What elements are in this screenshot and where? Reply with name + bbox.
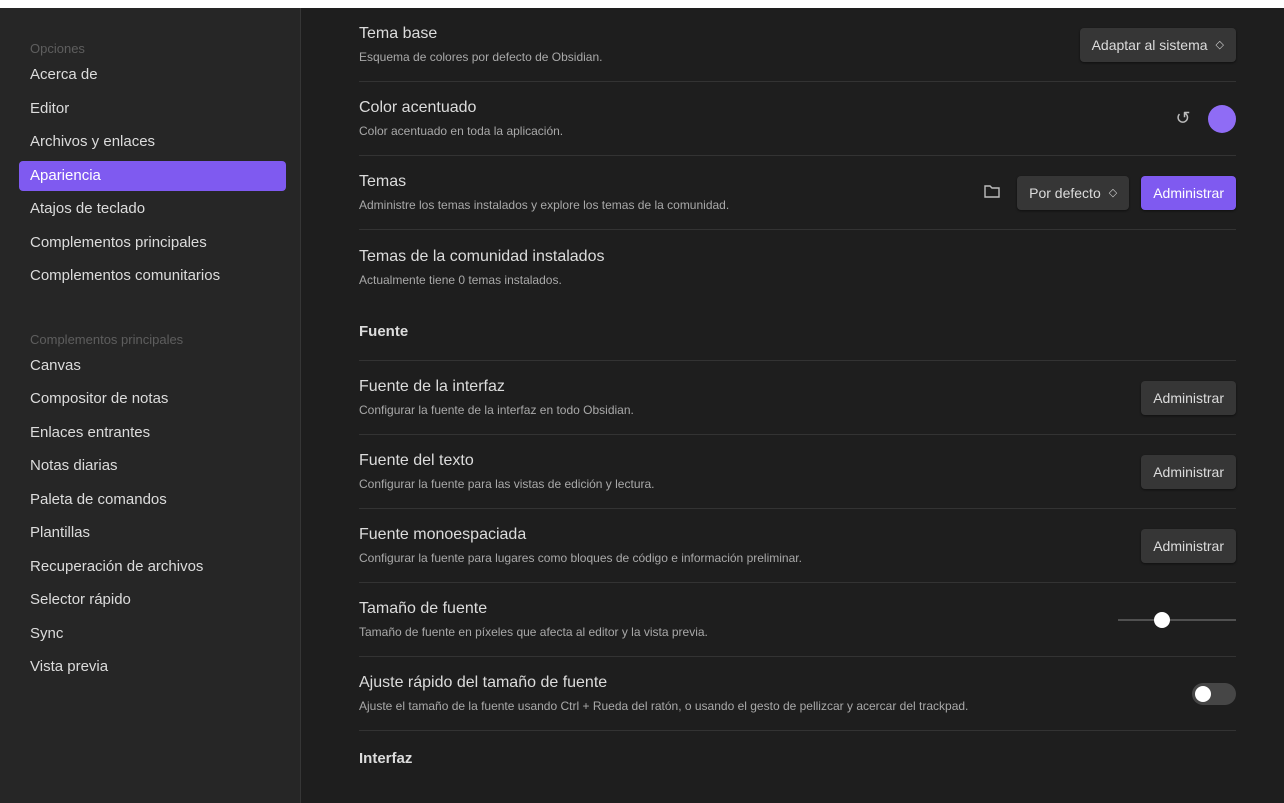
setting-title: Temas (359, 173, 407, 190)
sidebar-item-community-plugins[interactable]: Complementos comunitarios (19, 261, 286, 291)
setting-text-font: Fuente del texto Configurar la fuente pa… (359, 435, 1236, 509)
themes-select[interactable]: Por defecto ◇ (1017, 175, 1130, 210)
sidebar-item-page-preview[interactable]: Vista previa (19, 652, 286, 682)
manage-ui-font-button[interactable]: Administrar (1141, 380, 1236, 415)
chevron-updown-icon: ◇ (1108, 187, 1118, 199)
chevron-updown-icon: ◇ (1215, 39, 1224, 51)
select-value: Adaptar al sistema (1091, 36, 1208, 53)
setting-accent-color: Color acentuado Color acentuado en toda … (359, 82, 1236, 156)
setting-base-theme: Tema base Esquema de colores por defecto… (359, 8, 1236, 82)
settings-content: Tema base Esquema de colores por defecto… (301, 8, 1284, 803)
reset-icon[interactable]: ↺ (1170, 108, 1196, 129)
sidebar-item-quick-switcher[interactable]: Selector rápido (19, 585, 286, 615)
setting-title: Ajuste rápido del tamaño de fuente (359, 674, 608, 691)
setting-description: Actualmente tiene 0 temas instalados. (359, 272, 562, 287)
setting-title: Fuente de la interfaz (359, 378, 505, 395)
section-heading-font: Fuente (359, 304, 1236, 361)
sidebar-item-core-plugins[interactable]: Complementos principales (19, 228, 286, 258)
sidebar-item-note-composer[interactable]: Compositor de notas (19, 384, 286, 414)
sidebar-header-options: Opciones (30, 41, 85, 56)
sidebar-item-file-recovery[interactable]: Recuperación de archivos (19, 552, 286, 582)
sidebar-plugins-list: Canvas Compositor de notas Enlaces entra… (0, 351, 300, 683)
manage-mono-font-button[interactable]: Administrar (1141, 528, 1236, 563)
manage-text-font-button[interactable]: Administrar (1141, 454, 1236, 489)
sidebar-options-list: Acerca de Editor Archivos y enlaces Apar… (0, 60, 300, 291)
setting-description: Administre los temas instalados y explor… (359, 198, 730, 212)
sidebar-item-editor[interactable]: Editor (19, 94, 286, 124)
setting-title: Color acentuado (359, 99, 477, 116)
setting-themes: Temas Administre los temas instalados y … (359, 156, 1236, 230)
sidebar-header-plugins: Complementos principales (30, 331, 184, 347)
section-heading-interface: Interfaz (359, 750, 413, 767)
slider-handle[interactable] (1153, 611, 1170, 628)
setting-description: Configurar la fuente para lugares como b… (359, 551, 802, 565)
toggle-knob (1195, 685, 1211, 702)
quick-font-size-toggle[interactable] (1192, 682, 1236, 705)
accent-color-swatch[interactable] (1208, 104, 1236, 133)
setting-ui-font: Fuente de la interfaz Configurar la fuen… (359, 361, 1236, 435)
setting-title: Temas de la comunidad instalados (359, 247, 605, 265)
setting-title: Tamaño de fuente (359, 600, 488, 617)
sidebar-item-sync[interactable]: Sync (19, 619, 286, 649)
slider-track (1118, 618, 1236, 621)
sidebar-item-command-palette[interactable]: Paleta de comandos (19, 485, 286, 515)
setting-title: Fuente monoespaciada (359, 526, 527, 543)
font-size-slider[interactable] (1118, 611, 1236, 628)
sidebar-item-daily-notes[interactable]: Notas diarias (19, 451, 286, 481)
setting-description: Configurar la fuente de la interfaz en t… (359, 403, 634, 417)
manage-themes-button[interactable]: Administrar (1141, 175, 1236, 210)
folder-icon[interactable] (979, 182, 1005, 203)
sidebar-item-templates[interactable]: Plantillas (19, 518, 286, 548)
setting-quick-font-size: Ajuste rápido del tamaño de fuente Ajust… (359, 657, 1236, 731)
settings-sidebar: Opciones Acerca de Editor Archivos y enl… (0, 8, 301, 803)
setting-description: Ajuste el tamaño de la fuente usando Ctr… (359, 699, 969, 713)
setting-description: Color acentuado en toda la aplicación. (359, 124, 564, 138)
settings-window: Opciones Acerca de Editor Archivos y enl… (0, 8, 1284, 803)
base-theme-select[interactable]: Adaptar al sistema ◇ (1079, 27, 1236, 62)
select-value: Por defecto (1029, 184, 1101, 201)
setting-mono-font: Fuente monoespaciada Configurar la fuent… (359, 509, 1236, 583)
setting-description: Esquema de colores por defecto de Obsidi… (359, 50, 603, 64)
setting-title: Fuente del texto (359, 452, 474, 469)
setting-font-size: Tamaño de fuente Tamaño de fuente en píx… (359, 583, 1236, 657)
sidebar-item-appearance[interactable]: Apariencia (19, 160, 286, 191)
setting-title: Tema base (359, 25, 438, 42)
setting-description: Tamaño de fuente en píxeles que afecta a… (359, 625, 708, 639)
setting-community-themes: Temas de la comunidad instalados Actualm… (359, 230, 1236, 304)
sidebar-item-canvas[interactable]: Canvas (19, 351, 286, 381)
sidebar-item-backlinks[interactable]: Enlaces entrantes (19, 418, 286, 448)
setting-description: Configurar la fuente para las vistas de … (359, 477, 655, 491)
sidebar-item-about[interactable]: Acerca de (19, 60, 286, 90)
sidebar-item-files-links[interactable]: Archivos y enlaces (19, 127, 286, 157)
sidebar-item-hotkeys[interactable]: Atajos de teclado (19, 194, 286, 224)
